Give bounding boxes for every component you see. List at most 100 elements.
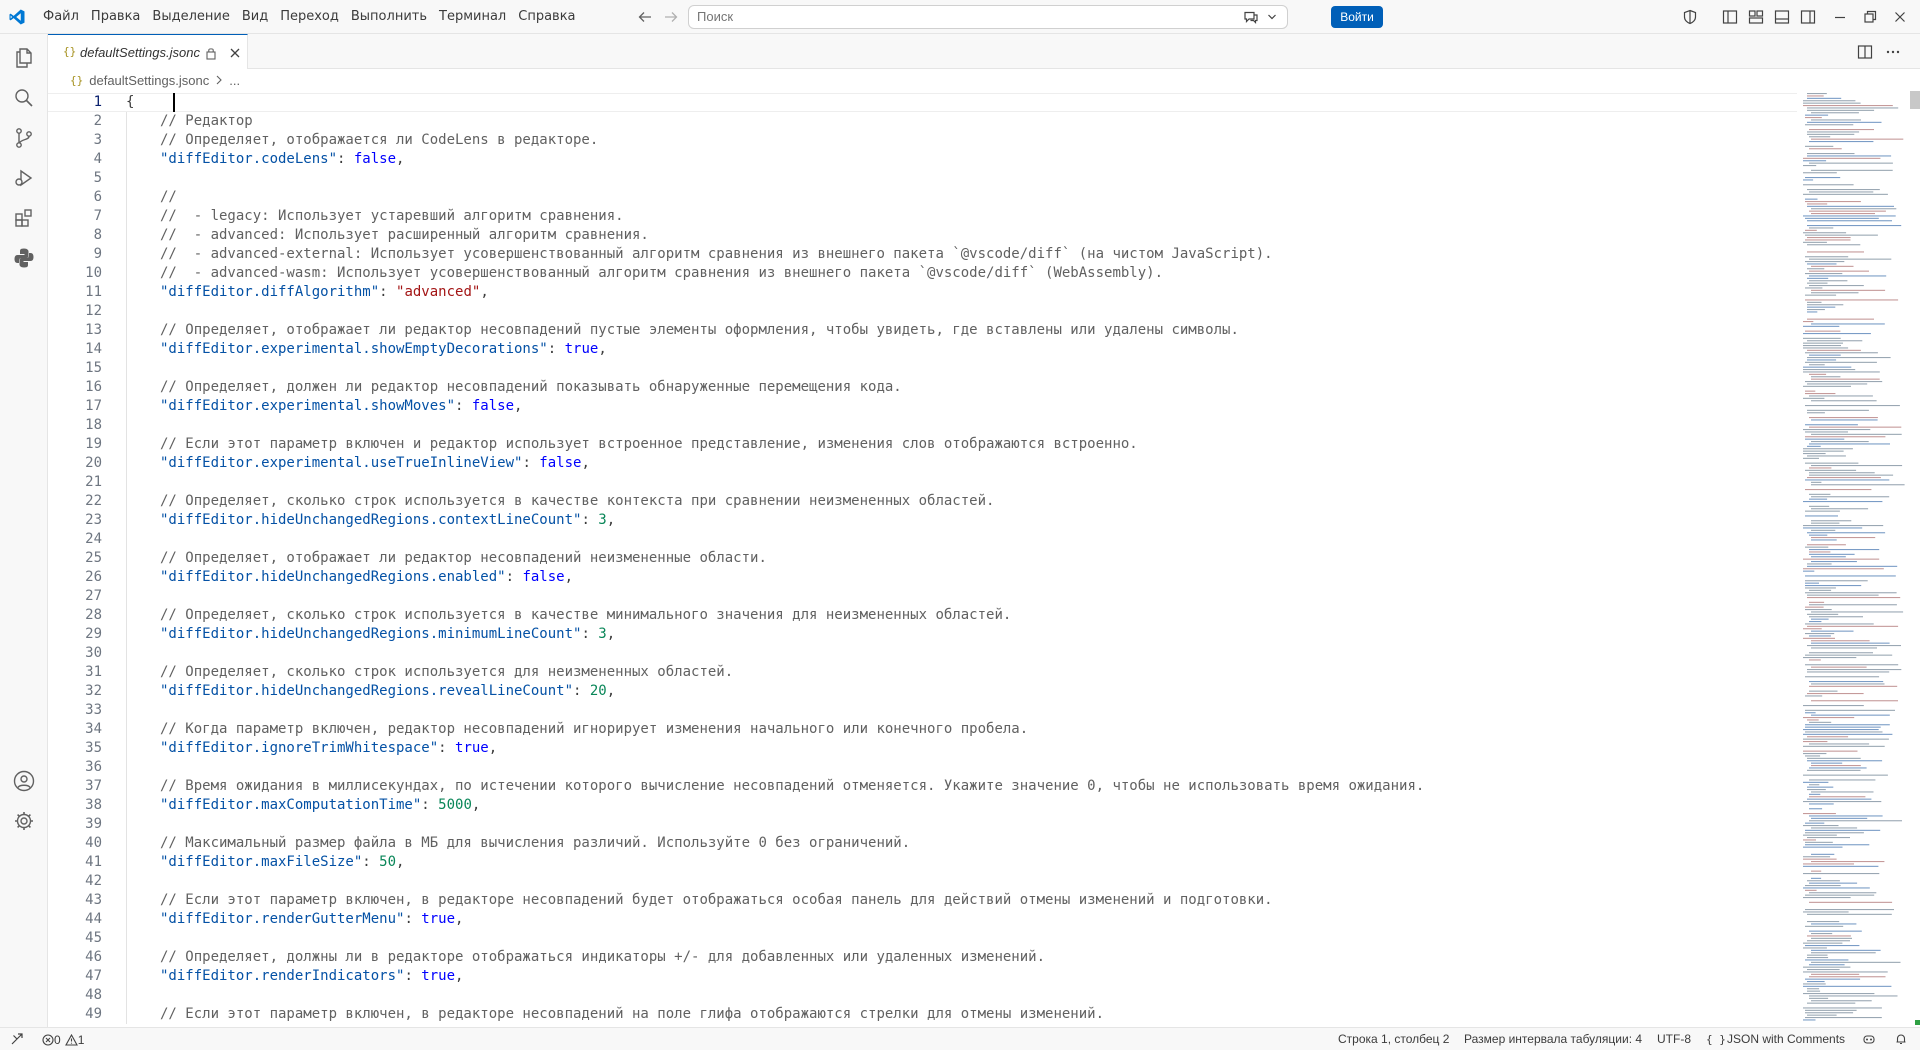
chat-icon[interactable]: [1242, 8, 1260, 26]
run-debug-icon[interactable]: [12, 166, 36, 190]
minimap-line: [1805, 261, 1845, 263]
line-number: 15: [85, 360, 102, 376]
sign-in-button[interactable]: Войти: [1331, 6, 1383, 28]
line-number: 38: [85, 797, 102, 813]
customize-layout-icon[interactable]: [1747, 8, 1765, 26]
python-icon[interactable]: [12, 246, 36, 270]
restore-window-icon[interactable]: [1861, 8, 1879, 26]
code-text: // Определяет, отображается ли CodeLens …: [160, 132, 599, 148]
search-input[interactable]: [697, 6, 1057, 28]
line-number: 1: [93, 94, 102, 110]
tab-size[interactable]: Размер интервала табуляции: 4: [1464, 1031, 1642, 1048]
toggle-secondary-sidebar-icon[interactable]: [1799, 8, 1817, 26]
minimap-line: [1803, 457, 1819, 459]
minimap-line: [1809, 364, 1825, 366]
command-center-search[interactable]: [688, 5, 1288, 29]
scrollbar-thumb[interactable]: [1910, 91, 1920, 109]
code-line: 34 // Когда параметр включен, редактор не…: [48, 720, 1797, 739]
extensions-icon[interactable]: [12, 206, 36, 230]
code-text: // Время ожидания в миллисекундах, по ис…: [160, 778, 1425, 794]
minimap-line: [1805, 390, 1816, 392]
menu-file[interactable]: Файл: [37, 5, 85, 29]
indent-guide: [126, 264, 127, 283]
minimap-line: [1805, 381, 1883, 383]
minimap[interactable]: [1797, 91, 1920, 1027]
minimap-line: [1809, 685, 1898, 687]
close-window-icon[interactable]: [1891, 8, 1909, 26]
code-text: "diffEditor.codeLens": false,: [160, 151, 405, 167]
indent-guide: [126, 378, 127, 397]
split-editor-icon[interactable]: [1856, 43, 1874, 61]
minimap-line: [1805, 352, 1878, 354]
gear-icon[interactable]: [12, 809, 36, 833]
code-line: 43 // Если этот параметр включен, в редак…: [48, 891, 1797, 910]
cursor-position[interactable]: Строка 1, столбец 2: [1338, 1031, 1449, 1048]
menu-edit[interactable]: Правка: [85, 5, 146, 29]
breadcrumb-file[interactable]: defaultSettings.jsonc: [89, 73, 209, 88]
arrow-left-icon[interactable]: [636, 8, 654, 26]
remote-icon[interactable]: [10, 1032, 24, 1046]
code-line: 37 // Время ожидания в миллисекундах, по …: [48, 777, 1797, 796]
minimap-line: [1809, 210, 1886, 212]
source-control-icon[interactable]: [12, 126, 36, 150]
minimap-line: [1811, 292, 1859, 294]
line-number: 10: [85, 265, 102, 281]
bell-icon[interactable]: [1894, 1032, 1908, 1046]
arrow-right-icon[interactable]: [662, 8, 680, 26]
line-number: 6: [93, 189, 102, 205]
code-text: "diffEditor.experimental.showMoves": fal…: [160, 398, 523, 414]
warning-icon: [64, 1033, 78, 1046]
minimap-line: [1803, 753, 1827, 755]
code-editor[interactable]: 1{2// Редактор 3// Определяет, отображает…: [48, 91, 1797, 1027]
line-number: 4: [93, 151, 102, 167]
tab-default-settings[interactable]: {} defaultSettings.jsonc: [48, 34, 248, 69]
code-line: 31 // Определяет, сколько строк используе…: [48, 663, 1797, 682]
chevron-down-icon[interactable]: [1266, 10, 1278, 24]
line-number: 14: [85, 341, 102, 357]
minimap-line: [1805, 177, 1841, 179]
minimap-line: [1807, 203, 1828, 205]
menu-help[interactable]: Справка: [512, 5, 581, 29]
menu-run[interactable]: Выполнить: [345, 5, 433, 29]
minimap-line: [1807, 990, 1821, 992]
code-line: 19 // Если этот параметр включен и редакт…: [48, 435, 1797, 454]
problems-indicator[interactable]: 0 1: [42, 1031, 88, 1048]
minimap-line: [1809, 793, 1821, 795]
menu-selection[interactable]: Выделение: [146, 5, 235, 29]
code-line: 1{: [48, 93, 1797, 112]
accounts-icon[interactable]: [12, 769, 36, 793]
minimap-line: [1811, 683, 1885, 685]
toggle-panel-icon[interactable]: [1773, 8, 1791, 26]
accounts-shield-icon[interactable]: [1681, 8, 1699, 26]
search-icon[interactable]: [12, 86, 36, 110]
minimap-line: [1807, 357, 1891, 359]
minimap-line: [1809, 148, 1842, 150]
minimap-line: [1809, 767, 1867, 769]
minimap-line: [1811, 973, 1860, 975]
copilot-icon[interactable]: [1862, 1032, 1876, 1046]
indent-guide: [126, 796, 127, 815]
minimap-line: [1811, 765, 1861, 767]
minimap-line: [1811, 465, 1903, 467]
minimap-line: [1809, 803, 1834, 805]
more-actions-icon[interactable]: [1884, 43, 1902, 61]
minimap-line: [1807, 957, 1829, 959]
explorer-icon[interactable]: [12, 46, 36, 70]
code-text: // Определяет, должны ли в редакторе ото…: [160, 949, 1046, 965]
language-mode[interactable]: JSON with Comments: [1727, 1031, 1845, 1048]
breadcrumb-symbols[interactable]: ...: [229, 73, 240, 88]
code-line: 49 // Если этот параметр включен, в редак…: [48, 1005, 1797, 1024]
minimap-line: [1807, 301, 1822, 303]
minimize-window-icon[interactable]: [1831, 8, 1849, 26]
toggle-primary-sidebar-icon[interactable]: [1721, 8, 1739, 26]
menu-go[interactable]: Переход: [274, 5, 345, 29]
minimap-line: [1807, 383, 1868, 385]
minimap-line: [1809, 549, 1880, 551]
menu-terminal[interactable]: Терминал: [433, 5, 512, 29]
close-icon[interactable]: [228, 46, 242, 60]
minimap-line: [1809, 551, 1831, 553]
indent-guide: [126, 815, 127, 834]
encoding[interactable]: UTF-8: [1657, 1031, 1691, 1048]
menu-view[interactable]: Вид: [236, 5, 274, 29]
code-line: 8 // - advanced: Использует расширенный а…: [48, 226, 1797, 245]
